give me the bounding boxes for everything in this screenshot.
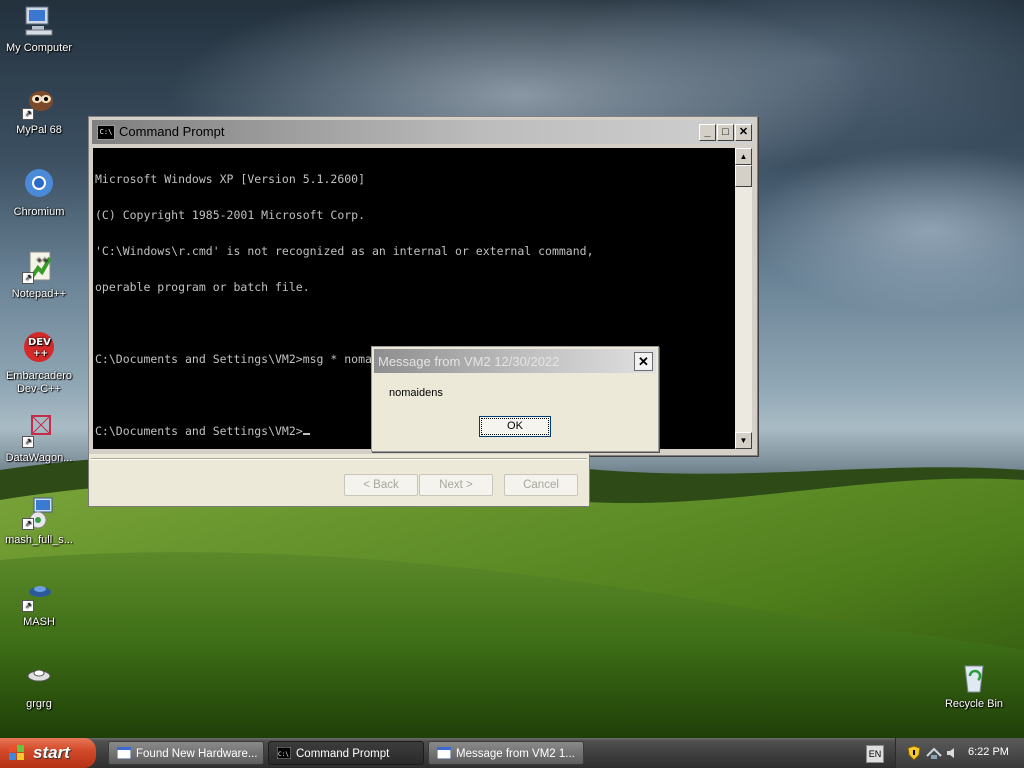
window-icon xyxy=(117,747,131,759)
desktop-icon-mash[interactable]: ↗ MASH xyxy=(0,578,78,629)
desktop-icon-label: grgrg xyxy=(26,698,52,710)
wizard-separator xyxy=(91,458,587,460)
desktop: My Computer ↗ MyPal 68 Chromium ++ ↗ Not… xyxy=(0,0,1024,738)
desktop-icon-label: Embarcadero Dev-C++ xyxy=(5,370,73,395)
shortcut-arrow-icon: ↗ xyxy=(22,436,34,448)
desktop-icon-my-computer[interactable]: My Computer xyxy=(0,4,78,55)
start-label: start xyxy=(33,743,70,762)
console-line: 'C:\Windows\r.cmd' is not recognized as … xyxy=(95,244,594,258)
window-icon xyxy=(437,747,451,759)
desktop-icon-chromium[interactable]: Chromium xyxy=(0,168,78,219)
security-shield-icon[interactable] xyxy=(907,745,921,761)
desktop-icon-label: mash_full_s... xyxy=(5,534,73,546)
minimize-button[interactable]: _ xyxy=(699,124,716,141)
datawagon-icon: ↗ xyxy=(22,414,56,448)
back-button[interactable]: < Back xyxy=(344,474,418,496)
desktop-icon-recycle-bin[interactable]: Recycle Bin xyxy=(935,660,1013,711)
taskbar-item-found-hardware[interactable]: Found New Hardware... xyxy=(108,741,264,765)
next-button[interactable]: Next > xyxy=(419,474,493,496)
console-prompt: C:\Documents and Settings\VM2> xyxy=(95,424,303,438)
network-icon[interactable] xyxy=(926,746,942,760)
my-computer-icon xyxy=(22,4,56,38)
desktop-icon-label: Chromium xyxy=(13,206,65,218)
desktop-icon-devcpp[interactable]: DEV ++ Embarcadero Dev-C++ xyxy=(0,332,78,396)
command-prompt-titlebar[interactable]: C:\ Command Prompt _ □ ✕ xyxy=(92,120,754,144)
speaker-icon[interactable] xyxy=(946,747,958,759)
taskbar-item-label: Found New Hardware... xyxy=(136,748,258,760)
message-dialog[interactable]: Message from VM2 12/30/2022 ✕ nomaidens … xyxy=(371,346,659,452)
installer-icon: ↗ xyxy=(22,496,56,530)
recycle-bin-icon xyxy=(957,660,991,694)
windows-flag-icon xyxy=(9,745,24,760)
desktop-icon-label: DataWagon... xyxy=(5,452,73,464)
svg-text:++: ++ xyxy=(36,256,48,264)
desktop-icon-notepadpp[interactable]: ++ ↗ Notepad++ xyxy=(0,250,78,301)
devcpp-icon: DEV ++ xyxy=(22,332,56,366)
start-button[interactable]: start xyxy=(0,738,96,768)
shortcut-arrow-icon: ↗ xyxy=(22,108,34,120)
cancel-button[interactable]: Cancel xyxy=(504,474,578,496)
message-dialog-titlebar[interactable]: Message from VM2 12/30/2022 ✕ xyxy=(374,349,656,373)
vertical-scrollbar[interactable]: ▲ ▼ xyxy=(735,148,752,449)
scrollbar-thumb[interactable] xyxy=(735,165,752,187)
grgrg-icon xyxy=(22,660,56,694)
chromium-icon xyxy=(22,168,56,202)
maximize-button[interactable]: □ xyxy=(717,124,734,141)
close-button[interactable]: ✕ xyxy=(735,124,752,141)
mash-icon: ↗ xyxy=(22,578,56,612)
mypal-icon: ↗ xyxy=(22,86,56,120)
language-indicator[interactable]: EN xyxy=(866,745,884,763)
taskbar-item-label: Message from VM2 1... xyxy=(456,748,575,760)
desktop-icon-mypal[interactable]: ↗ MyPal 68 xyxy=(0,86,78,137)
console-icon: C:\ xyxy=(277,747,291,759)
desktop-icon-label: MyPal 68 xyxy=(16,124,62,136)
hardware-wizard-dialog: < Back Next > Cancel xyxy=(88,454,590,507)
text-cursor xyxy=(302,433,310,435)
shortcut-arrow-icon: ↗ xyxy=(22,518,34,530)
taskbar-item-label: Command Prompt xyxy=(296,748,390,760)
console-line: (C) Copyright 1985-2001 Microsoft Corp. xyxy=(95,208,366,222)
desktop-icon-label: Recycle Bin xyxy=(944,698,1004,710)
clock[interactable]: 6:22 PM xyxy=(968,746,1009,758)
system-tray: 6:22 PM xyxy=(895,738,1024,768)
scroll-down-arrow-icon[interactable]: ▼ xyxy=(735,432,752,449)
console-icon: C:\ xyxy=(97,125,115,140)
svg-text:DEV: DEV xyxy=(28,337,51,348)
desktop-icon-datawagon[interactable]: ↗ DataWagon... xyxy=(0,414,78,465)
dialog-title: Message from VM2 12/30/2022 xyxy=(378,354,560,369)
console-line: operable program or batch file. xyxy=(95,280,310,294)
scroll-up-arrow-icon[interactable]: ▲ xyxy=(735,148,752,165)
desktop-icon-label: Notepad++ xyxy=(11,288,67,300)
console-line: Microsoft Windows XP [Version 5.1.2600] xyxy=(95,172,366,186)
desktop-icon-grgrg[interactable]: grgrg xyxy=(0,660,78,711)
taskbar-item-message[interactable]: Message from VM2 1... xyxy=(428,741,584,765)
shortcut-arrow-icon: ↗ xyxy=(22,272,34,284)
desktop-icon-mash-full[interactable]: ↗ mash_full_s... xyxy=(0,496,78,547)
svg-text:C:\: C:\ xyxy=(278,751,289,758)
dialog-message: nomaidens xyxy=(389,387,443,399)
ok-button[interactable]: OK xyxy=(479,416,551,437)
notepadpp-icon: ++ ↗ xyxy=(22,250,56,284)
desktop-icon-label: MASH xyxy=(23,616,55,628)
taskbar: start Found New Hardware... C:\ Command … xyxy=(0,738,1024,768)
shortcut-arrow-icon: ↗ xyxy=(22,600,34,612)
window-title: Command Prompt xyxy=(119,124,225,139)
dialog-close-button[interactable]: ✕ xyxy=(634,352,653,371)
desktop-icon-label: My Computer xyxy=(5,42,73,54)
ok-button-label: OK xyxy=(481,418,549,435)
taskbar-item-command-prompt[interactable]: C:\ Command Prompt xyxy=(268,741,424,765)
svg-text:++: ++ xyxy=(33,349,48,359)
